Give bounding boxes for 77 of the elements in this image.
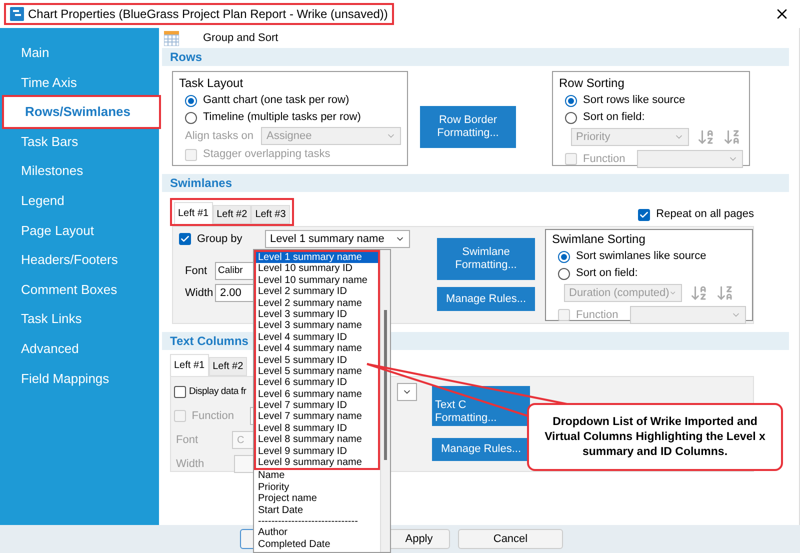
manage-rules-button[interactable]: Manage Rules... bbox=[437, 287, 535, 311]
sort-ascending-icon[interactable] bbox=[690, 284, 708, 302]
dropdown-option[interactable]: Completed Date bbox=[254, 538, 380, 550]
dropdown-option[interactable]: Start Date bbox=[254, 504, 380, 516]
checkbox-label: Function bbox=[576, 308, 618, 323]
checkbox-label: Function bbox=[192, 408, 234, 424]
radio-label: Sort on field: bbox=[583, 110, 645, 126]
field-label: Align tasks on bbox=[185, 128, 254, 144]
dropdown-field[interactable] bbox=[397, 383, 417, 401]
dropdown-option[interactable]: Level 7 summary ID bbox=[256, 400, 378, 412]
field-label: Width bbox=[176, 456, 204, 472]
formatting-button[interactable]: Row Border Formatting... bbox=[420, 106, 516, 148]
group-title: Task Layout bbox=[179, 75, 244, 92]
checkbox[interactable] bbox=[638, 208, 650, 220]
dropdown-option[interactable]: ------------------------------ bbox=[254, 516, 380, 528]
group-title: Swimlane Sorting bbox=[552, 231, 646, 248]
window-title: Chart Properties (BlueGrass Project Plan Report - Wrike (unsaved)) bbox=[28, 6, 388, 23]
radio-label: Timeline (multiple tasks per row) bbox=[203, 110, 361, 126]
scrollbar[interactable] bbox=[380, 250, 390, 552]
checkbox-label: Stagger overlapping tasks bbox=[203, 147, 330, 162]
dropdown-option[interactable]: Level 3 summary ID bbox=[256, 308, 378, 320]
tab[interactable]: Left #2 bbox=[208, 357, 248, 376]
radio-button[interactable] bbox=[558, 268, 570, 280]
sort-descending-icon[interactable] bbox=[716, 284, 734, 302]
radio-button[interactable] bbox=[565, 94, 577, 106]
dropdown-option[interactable]: Level 5 summary ID bbox=[256, 354, 378, 366]
radio-button[interactable] bbox=[185, 112, 197, 124]
dropdown-field[interactable] bbox=[630, 306, 746, 324]
radio-button[interactable] bbox=[565, 112, 577, 124]
manage-rules-button[interactable]: Manage Rules... bbox=[432, 438, 530, 461]
dialog-button[interactable]: Apply bbox=[388, 529, 450, 549]
dropdown-option[interactable]: Level 7 summary name bbox=[256, 411, 378, 423]
dropdown-option[interactable]: Level 5 summary name bbox=[256, 366, 378, 378]
radio-label: Sort swimlanes like source bbox=[576, 249, 706, 264]
sort-descending-icon[interactable] bbox=[723, 128, 741, 146]
calendar-icon bbox=[164, 30, 179, 46]
dropdown-field[interactable] bbox=[637, 150, 743, 168]
dropdown-option[interactable]: Level 1 summary name bbox=[256, 252, 378, 264]
dropdown-option[interactable]: Level 9 summary name bbox=[256, 457, 378, 468]
sort-ascending-icon[interactable] bbox=[697, 128, 715, 146]
callout-box: Dropdown List of Wrike Imported and Virtual Columns Highlighting the Level x summary and ID Columns. bbox=[527, 403, 783, 471]
page-title: Group and Sort bbox=[203, 30, 278, 46]
radio-button[interactable] bbox=[185, 94, 197, 106]
checkbox-label: Display data fr bbox=[189, 384, 246, 399]
field-label: Font bbox=[176, 432, 198, 448]
checkbox[interactable] bbox=[174, 386, 186, 398]
checkbox-label: Group by bbox=[197, 232, 242, 247]
section-header: Swimlanes bbox=[162, 174, 789, 192]
tab[interactable]: Left #3 bbox=[251, 205, 290, 224]
field-label: Font bbox=[185, 264, 208, 279]
sidebar-item[interactable]: Rows/Swimlanes bbox=[4, 97, 159, 127]
checkbox[interactable] bbox=[179, 233, 191, 245]
radio-label: Sort rows like source bbox=[583, 93, 686, 108]
dropdown-option[interactable]: Project name bbox=[254, 493, 380, 505]
checkbox-label: Function bbox=[583, 152, 626, 167]
dropdown-option[interactable]: Name bbox=[254, 470, 380, 482]
tab[interactable]: Left #2 bbox=[212, 205, 252, 224]
dropdown-option[interactable]: Level 3 summary name bbox=[256, 320, 378, 332]
group-title: Row Sorting bbox=[559, 75, 626, 92]
app-icon bbox=[10, 7, 24, 21]
formatting-button[interactable]: Swimlane Formatting... bbox=[437, 238, 535, 280]
radio-label: Sort on field: bbox=[576, 266, 638, 282]
section-header: Rows bbox=[162, 48, 789, 66]
tab[interactable]: Left #1 bbox=[174, 202, 213, 224]
radio-label: Gantt chart (one task per row) bbox=[203, 93, 350, 108]
dropdown-option[interactable]: Level 6 summary ID bbox=[256, 377, 378, 389]
dropdown-option[interactable]: Level 4 summary ID bbox=[256, 332, 378, 344]
dialog-button[interactable]: Cancel bbox=[458, 529, 563, 549]
dropdown-field[interactable]: Level 1 summary name bbox=[265, 230, 410, 248]
field-label: Width bbox=[185, 286, 214, 301]
dropdown-option[interactable]: Level 6 summary name bbox=[256, 388, 378, 400]
formatting-button[interactable]: Text C Formatting... bbox=[432, 386, 530, 426]
dropdown-option[interactable]: Priority bbox=[254, 482, 380, 494]
checkbox-label: Repeat on all pages bbox=[656, 207, 754, 222]
dropdown-option[interactable]: Author bbox=[254, 527, 380, 539]
tab[interactable]: Left #1 bbox=[170, 354, 209, 376]
radio-button[interactable] bbox=[558, 250, 570, 262]
